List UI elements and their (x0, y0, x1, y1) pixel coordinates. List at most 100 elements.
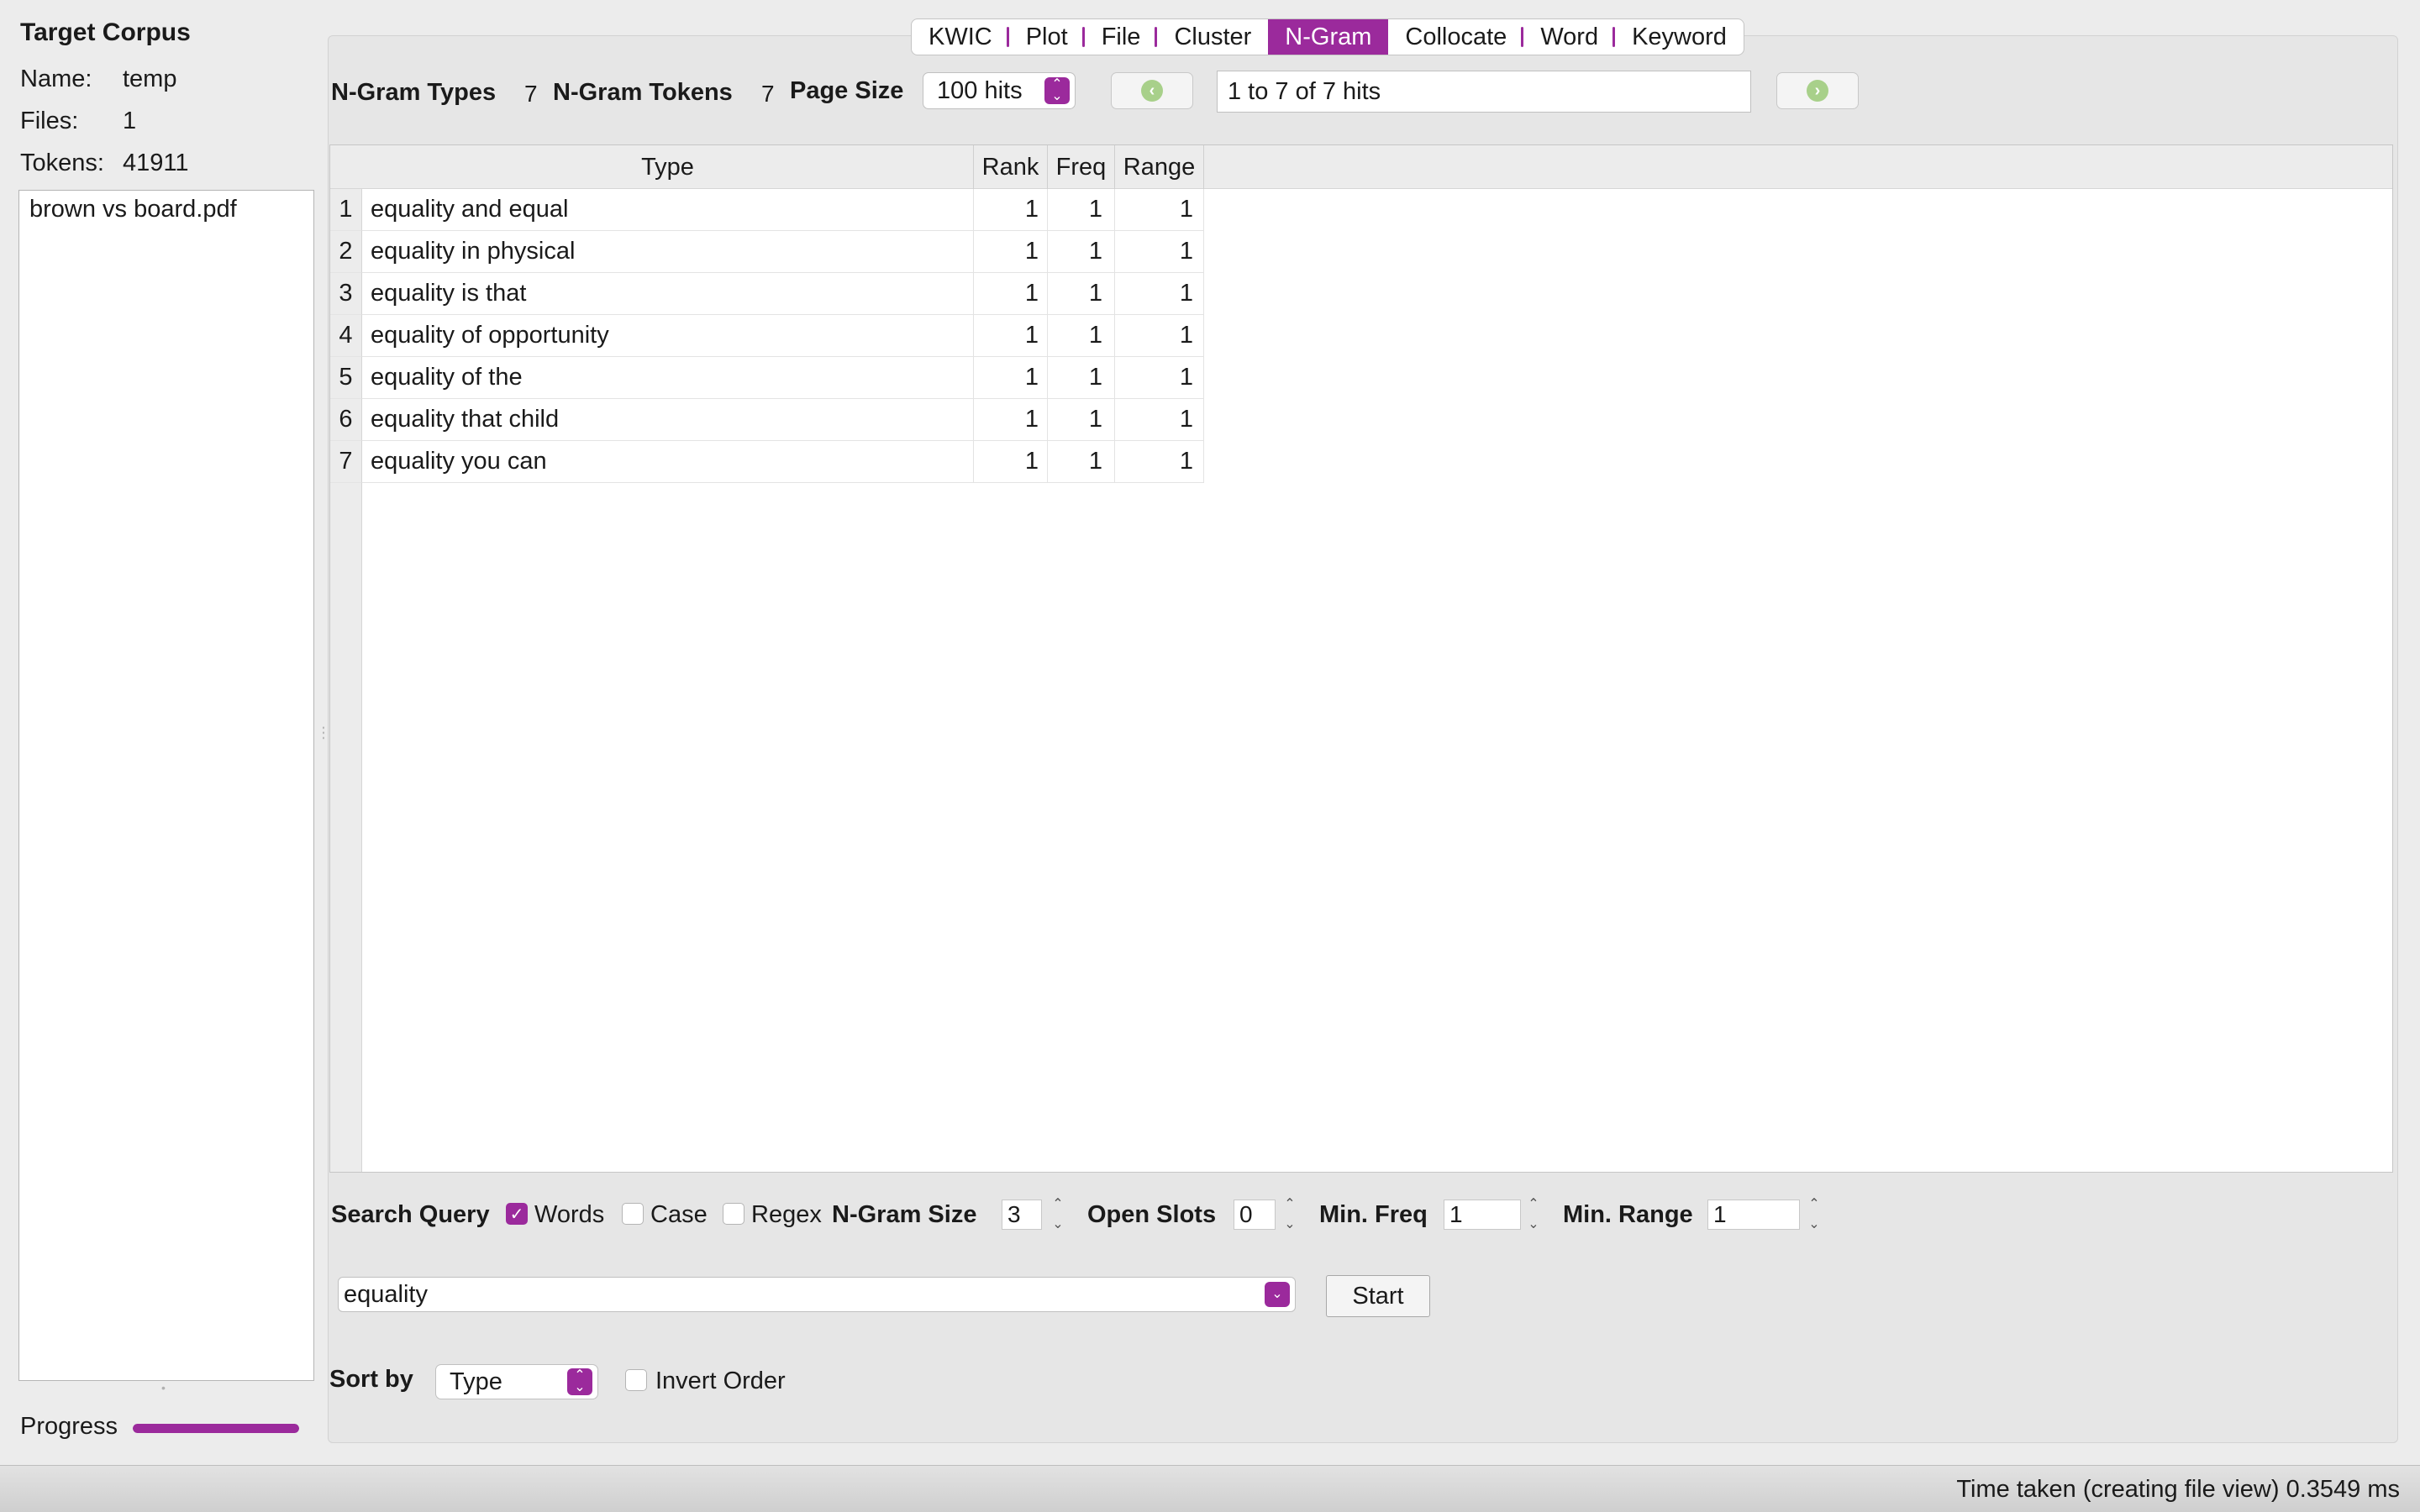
column-header-type[interactable]: Type (362, 145, 974, 189)
cell-type[interactable]: equality and equal (362, 189, 974, 231)
table-row[interactable]: 4 equality of opportunity 1 1 1 (330, 315, 1204, 357)
cell-freq[interactable]: 1 (1048, 315, 1115, 357)
corpus-title: Target Corpus (20, 18, 191, 46)
search-query-value: equality (344, 1280, 428, 1308)
previous-page-button[interactable]: ‹ (1111, 72, 1193, 109)
cell-range[interactable]: 1 (1115, 357, 1204, 399)
hits-range-field[interactable]: 1 to 7 of 7 hits (1217, 71, 1751, 113)
tab-file[interactable]: File (1085, 19, 1158, 55)
table-row[interactable]: 5 equality of the 1 1 1 (330, 357, 1204, 399)
column-header-range[interactable]: Range (1115, 145, 1204, 189)
table-row[interactable]: 2 equality in physical 1 1 1 (330, 231, 1204, 273)
corpus-name-value: temp (123, 66, 177, 92)
ngram-size-spinner[interactable]: 3 (1002, 1200, 1042, 1230)
sort-by-label: Sort by (329, 1366, 413, 1393)
sort-by-select[interactable]: Type ⌃ ⌄ (435, 1364, 598, 1399)
cell-freq[interactable]: 1 (1048, 231, 1115, 273)
cell-range[interactable]: 1 (1115, 315, 1204, 357)
cell-range[interactable]: 1 (1115, 441, 1204, 483)
next-page-button[interactable]: › (1776, 72, 1859, 109)
corpus-tokens-label: Tokens: (20, 150, 104, 176)
arrow-left-icon: ‹ (1141, 80, 1163, 102)
status-bar: Time taken (creating file view) 0.3549 m… (0, 1465, 2420, 1512)
cell-freq[interactable]: 1 (1048, 357, 1115, 399)
row-number: 1 (330, 189, 362, 231)
case-checkbox-label: Case (650, 1201, 708, 1228)
search-query-input[interactable]: equality ⌄ (338, 1277, 1296, 1312)
cell-type[interactable]: equality of the (362, 357, 974, 399)
min-range-stepper[interactable]: ⌃ ⌄ (1805, 1196, 1823, 1233)
tab-ngram[interactable]: N-Gram (1268, 19, 1389, 55)
results-table[interactable]: Type Rank Freq Range 1 equality and equa… (329, 144, 2393, 1173)
tab-cluster[interactable]: Cluster (1157, 19, 1268, 55)
tab-keyword[interactable]: Keyword (1615, 19, 1744, 55)
row-number: 3 (330, 273, 362, 315)
page-size-select[interactable]: 100 hits ⌃ ⌄ (923, 72, 1076, 109)
words-checkbox[interactable]: ✓ (506, 1203, 528, 1225)
row-number: 6 (330, 399, 362, 441)
corpus-file-list[interactable]: brown vs board.pdf (18, 190, 314, 1381)
status-text: Time taken (creating file view) 0.3549 m… (1956, 1476, 2400, 1503)
cell-rank[interactable]: 1 (974, 231, 1048, 273)
row-number: 2 (330, 231, 362, 273)
column-header-freq[interactable]: Freq (1048, 145, 1115, 189)
cell-freq[interactable]: 1 (1048, 273, 1115, 315)
cell-type[interactable]: equality of opportunity (362, 315, 974, 357)
tool-tab-bar: KWIC Plot File Cluster N-Gram Collocate … (911, 18, 1744, 55)
tab-collocate[interactable]: Collocate (1388, 19, 1524, 55)
cell-rank[interactable]: 1 (974, 273, 1048, 315)
cell-rank[interactable]: 1 (974, 189, 1048, 231)
min-range-label: Min. Range (1563, 1201, 1693, 1228)
cell-rank[interactable]: 1 (974, 357, 1048, 399)
vertical-splitter-handle[interactable]: ⋮ (316, 724, 331, 741)
table-row[interactable]: 1 equality and equal 1 1 1 (330, 189, 1204, 231)
cell-type[interactable]: equality that child (362, 399, 974, 441)
cell-range[interactable]: 1 (1115, 189, 1204, 231)
cell-freq[interactable]: 1 (1048, 441, 1115, 483)
arrow-right-icon: › (1807, 80, 1828, 102)
search-query-label: Search Query (331, 1201, 490, 1228)
row-number: 7 (330, 441, 362, 483)
row-number: 4 (330, 315, 362, 357)
table-header: Type Rank Freq Range (330, 145, 2392, 189)
cell-type[interactable]: equality you can (362, 441, 974, 483)
cell-rank[interactable]: 1 (974, 399, 1048, 441)
file-list-item[interactable]: brown vs board.pdf (19, 191, 313, 228)
case-checkbox[interactable] (622, 1203, 644, 1225)
tab-word[interactable]: Word (1523, 19, 1615, 55)
regex-checkbox[interactable] (723, 1203, 744, 1225)
cell-rank[interactable]: 1 (974, 315, 1048, 357)
column-header-rank[interactable]: Rank (974, 145, 1048, 189)
invert-order-checkbox[interactable] (625, 1369, 647, 1391)
open-slots-spinner[interactable]: 0 (1234, 1200, 1276, 1230)
words-checkbox-label: Words (534, 1201, 605, 1228)
start-button[interactable]: Start (1326, 1275, 1430, 1317)
table-row[interactable]: 3 equality is that 1 1 1 (330, 273, 1204, 315)
cell-rank[interactable]: 1 (974, 441, 1048, 483)
min-freq-spinner[interactable]: 1 (1444, 1200, 1521, 1230)
tab-kwic[interactable]: KWIC (912, 19, 1009, 55)
row-number: 5 (330, 357, 362, 399)
cell-range[interactable]: 1 (1115, 231, 1204, 273)
open-slots-stepper[interactable]: ⌃ ⌄ (1281, 1196, 1299, 1233)
table-row[interactable]: 6 equality that child 1 1 1 (330, 399, 1204, 441)
cell-range[interactable]: 1 (1115, 273, 1204, 315)
horizontal-splitter-handle[interactable]: • (161, 1381, 171, 1394)
ngram-tokens-label: N-Gram Tokens (553, 79, 733, 106)
table-row[interactable]: 7 equality you can 1 1 1 (330, 441, 1204, 483)
cell-range[interactable]: 1 (1115, 399, 1204, 441)
ngram-size-stepper[interactable]: ⌃ ⌄ (1049, 1196, 1067, 1233)
sort-by-value: Type (450, 1368, 502, 1395)
cell-type[interactable]: equality in physical (362, 231, 974, 273)
progress-label: Progress (20, 1413, 118, 1440)
min-freq-stepper[interactable]: ⌃ ⌄ (1524, 1196, 1543, 1233)
cell-type[interactable]: equality is that (362, 273, 974, 315)
ngram-tokens-value: 7 (761, 81, 775, 107)
min-range-spinner[interactable]: 1 (1707, 1200, 1800, 1230)
tab-plot[interactable]: Plot (1009, 19, 1085, 55)
corpus-tokens-value: 41911 (123, 150, 189, 176)
cell-freq[interactable]: 1 (1048, 399, 1115, 441)
open-slots-label: Open Slots (1087, 1201, 1217, 1228)
cell-freq[interactable]: 1 (1048, 189, 1115, 231)
chevron-down-icon[interactable]: ⌄ (1265, 1282, 1290, 1307)
